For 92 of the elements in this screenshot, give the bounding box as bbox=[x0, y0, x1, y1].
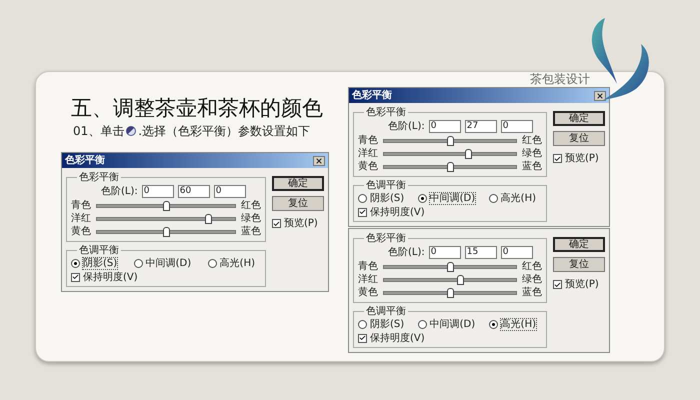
group-label: 色调平衡 bbox=[365, 180, 407, 191]
slider-label: 黄色 bbox=[71, 226, 92, 237]
group-label: 色调平衡 bbox=[78, 245, 120, 256]
level-input[interactable]: 0 bbox=[500, 120, 533, 132]
group-label: 色彩平衡 bbox=[78, 172, 120, 183]
slider-label: 黄色 bbox=[358, 287, 379, 298]
radio-button[interactable] bbox=[134, 258, 143, 268]
radio-label: 阴影(S) bbox=[83, 258, 118, 268]
level-input[interactable]: 0 bbox=[428, 120, 461, 132]
radio-label: 高光(H) bbox=[220, 258, 255, 268]
slider-label: 蓝色 bbox=[521, 287, 542, 298]
window-title: 色彩平衡 bbox=[352, 90, 392, 102]
group-label: 色调平衡 bbox=[365, 306, 407, 317]
group-label: 色彩平衡 bbox=[365, 107, 407, 118]
slider-thumb[interactable] bbox=[457, 274, 464, 284]
slider-label: 红色 bbox=[240, 200, 261, 211]
radio-button[interactable] bbox=[208, 258, 217, 268]
dialog-button[interactable]: 复位 bbox=[272, 196, 324, 211]
level-input[interactable]: 0 bbox=[428, 246, 461, 258]
adjustment-icon bbox=[126, 126, 136, 136]
close-icon bbox=[315, 156, 323, 164]
slider-thumb[interactable] bbox=[205, 214, 212, 224]
slider-label: 青色 bbox=[71, 200, 92, 211]
radio-label: 中间调(D) bbox=[430, 318, 476, 330]
checkbox[interactable] bbox=[553, 154, 562, 163]
slider-thumb[interactable] bbox=[163, 200, 170, 210]
checkbox-label: 保持明度(V) bbox=[370, 332, 425, 344]
checkbox[interactable] bbox=[358, 208, 367, 216]
level-input[interactable]: 0 bbox=[500, 246, 533, 258]
level-input[interactable]: 27 bbox=[464, 120, 497, 132]
slider-label: 绿色 bbox=[521, 274, 542, 285]
level-input[interactable]: 0 bbox=[214, 184, 246, 198]
slider-thumb[interactable] bbox=[465, 148, 472, 158]
slider-label: 绿色 bbox=[521, 148, 542, 159]
slider-label: 青色 bbox=[358, 261, 379, 272]
checkbox[interactable] bbox=[272, 219, 281, 228]
group-label: 色彩平衡 bbox=[365, 233, 407, 244]
slider-label: 蓝色 bbox=[240, 226, 261, 237]
slider-thumb[interactable] bbox=[163, 226, 170, 236]
slider-thumb[interactable] bbox=[447, 288, 454, 298]
checkbox-label: 保持明度(V) bbox=[83, 272, 138, 282]
checkbox-label: 保持明度(V) bbox=[370, 206, 425, 218]
levels-label: 色阶(L): bbox=[101, 186, 138, 196]
slider-thumb[interactable] bbox=[447, 162, 454, 172]
radio-button[interactable] bbox=[418, 194, 427, 202]
checkbox-label: 预览(P) bbox=[565, 153, 599, 164]
window-title: 色彩平衡 bbox=[65, 154, 105, 166]
close-button[interactable] bbox=[594, 90, 606, 100]
checkbox[interactable] bbox=[71, 272, 80, 282]
slider-label: 黄色 bbox=[358, 161, 379, 172]
levels-label: 色阶(L): bbox=[388, 246, 425, 258]
radio-label: 中间调(D) bbox=[430, 192, 476, 204]
close-icon bbox=[596, 92, 604, 100]
checkbox[interactable] bbox=[553, 280, 562, 289]
slide-title: 五、调整茶壶和茶杯的颜色 bbox=[70, 95, 324, 122]
slider-label: 蓝色 bbox=[521, 161, 542, 172]
dialog-button[interactable]: 复位 bbox=[553, 257, 605, 272]
level-input[interactable]: 0 bbox=[142, 184, 174, 198]
radio-label: 中间调(D) bbox=[146, 258, 192, 268]
checkbox-label: 预览(P) bbox=[284, 218, 318, 229]
dialog-button[interactable]: 确定 bbox=[553, 111, 605, 126]
level-input[interactable]: 60 bbox=[178, 184, 210, 198]
close-button[interactable] bbox=[313, 156, 325, 166]
radio-label: 阴影(S) bbox=[370, 192, 404, 204]
dialog-button[interactable]: 确定 bbox=[553, 237, 605, 252]
level-input[interactable]: 15 bbox=[464, 246, 497, 258]
slider-label: 洋红 bbox=[71, 213, 92, 224]
radio-button[interactable] bbox=[418, 320, 427, 328]
radio-button[interactable] bbox=[358, 194, 367, 202]
slider-label: 洋红 bbox=[358, 274, 379, 285]
levels-label: 色阶(L): bbox=[388, 120, 425, 132]
radio-button[interactable] bbox=[358, 320, 367, 328]
slider-label: 绿色 bbox=[240, 213, 261, 224]
slider-label: 青色 bbox=[358, 135, 379, 146]
slider-thumb[interactable] bbox=[447, 262, 454, 272]
step-text: 01、单击 bbox=[73, 124, 124, 138]
slider-label: 红色 bbox=[521, 135, 542, 146]
checkbox[interactable] bbox=[358, 334, 367, 342]
slider-label: 洋红 bbox=[358, 148, 379, 159]
slider-label: 红色 bbox=[521, 261, 542, 272]
checkbox-label: 预览(P) bbox=[565, 279, 599, 290]
step-text: .选择（色彩平衡）参数设置如下 bbox=[138, 124, 310, 138]
dialog-button[interactable]: 确定 bbox=[272, 176, 324, 191]
radio-button[interactable] bbox=[488, 194, 498, 202]
radio-label: 阴影(S) bbox=[370, 318, 404, 330]
slider-thumb[interactable] bbox=[447, 136, 454, 146]
dialog-button[interactable]: 复位 bbox=[553, 131, 605, 146]
radio-label: 高光(H) bbox=[500, 318, 536, 330]
radio-label: 高光(H) bbox=[500, 192, 536, 204]
header-text: 茶包装设计 bbox=[529, 72, 591, 87]
radio-button[interactable] bbox=[71, 258, 80, 268]
radio-button[interactable] bbox=[488, 320, 498, 328]
